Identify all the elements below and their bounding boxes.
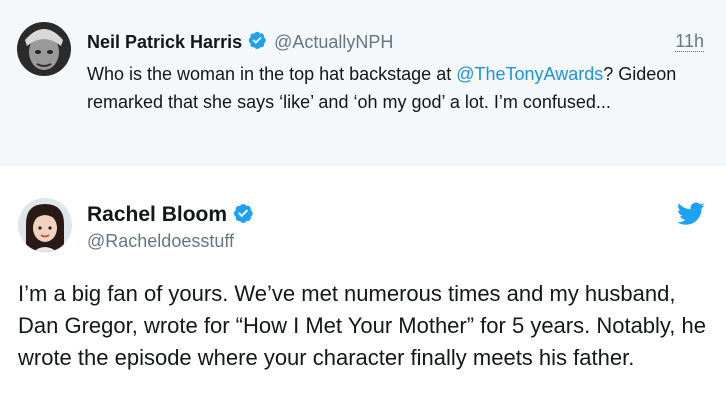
main-author-handle[interactable]: @Racheldoesstuff — [87, 231, 234, 252]
verified-badge-icon — [247, 30, 267, 55]
quoted-author-handle[interactable]: @ActuallyNPH — [274, 32, 393, 53]
main-author-name[interactable]: Rachel Bloom — [87, 203, 227, 227]
main-tweet-text: I’m a big fan of yours. We’ve met numero… — [18, 281, 706, 370]
quoted-author-name[interactable]: Neil Patrick Harris — [87, 32, 242, 53]
main-author-header: Rachel Bloom — [87, 201, 254, 229]
mention-link[interactable]: @TheTonyAwards — [456, 64, 603, 84]
quoted-text-part-1: Who is the woman in the top hat backstag… — [87, 64, 457, 84]
quoted-tweet[interactable]: Neil Patrick Harris @ActuallyNPH 11h Who… — [0, 0, 726, 166]
neil-patrick-harris-avatar[interactable] — [17, 22, 71, 76]
quoted-tweet-text: Who is the woman in the top hat backstag… — [87, 60, 707, 116]
quoted-tweet-timestamp[interactable]: 11h — [675, 31, 704, 52]
twitter-bird-icon[interactable] — [677, 202, 705, 226]
verified-badge-icon — [232, 202, 254, 229]
rachel-bloom-avatar[interactable] — [18, 198, 72, 252]
quoted-tweet-header: Neil Patrick Harris @ActuallyNPH — [87, 30, 393, 54]
